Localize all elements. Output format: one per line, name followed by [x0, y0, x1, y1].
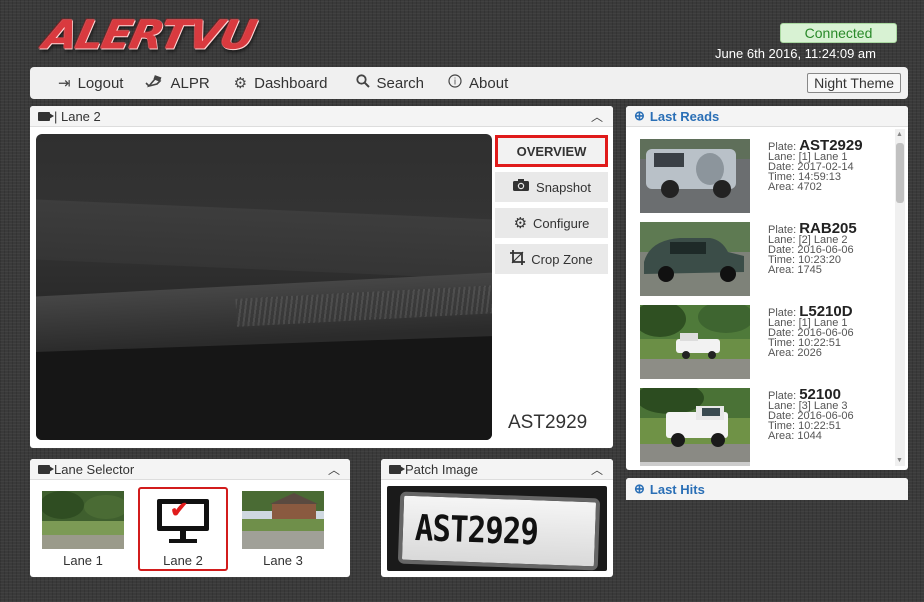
- collapse-chevron-icon[interactable]: ︿: [328, 461, 340, 478]
- patch-image-header: Patch Image ︿: [381, 459, 613, 480]
- collapse-chevron-icon[interactable]: ︿: [591, 461, 603, 478]
- read-details: Plate: L5210D Lane: [1] Lane 1 Date: 201…: [768, 303, 854, 359]
- info-icon: i: [448, 74, 462, 92]
- crop-icon: [510, 249, 526, 269]
- last-hits-title: Last Hits: [649, 481, 705, 497]
- lane-panel-header: | Lane 2 ︿: [30, 106, 613, 127]
- nav-about[interactable]: i About: [448, 74, 508, 92]
- partial-next-item: [640, 462, 750, 466]
- configure-button[interactable]: ⚙ Configure: [495, 208, 608, 238]
- read-vehicle-image: [640, 388, 750, 462]
- last-hits-panel: ⊕ Last Hits: [626, 478, 908, 500]
- nav-alpr[interactable]: ALPR: [145, 74, 210, 92]
- main-navbar: ⇥ Logout ALPR ⚙ Dashboard Search i About…: [30, 67, 908, 99]
- scroll-down-icon[interactable]: ▼: [896, 457, 903, 464]
- video-camera-icon: [38, 464, 50, 474]
- read-vehicle-image: [640, 139, 750, 213]
- crop-zone-button[interactable]: Crop Zone: [495, 244, 608, 274]
- overview-button[interactable]: OVERVIEW: [495, 135, 608, 167]
- last-hits-header[interactable]: ⊕ Last Hits: [626, 478, 908, 500]
- lane-3-thumbnail: [242, 491, 324, 549]
- nav-logout-label: Logout: [77, 74, 124, 92]
- read-area: 1745: [797, 264, 822, 276]
- last-reads-list[interactable]: Plate: AST2929 Lane: [1] Lane 1 Date: 20…: [626, 129, 908, 470]
- configure-label: Configure: [533, 215, 590, 231]
- lane-panel-title: | Lane 2: [54, 108, 101, 124]
- reads-scrollbar[interactable]: ▲ ▼: [895, 129, 905, 466]
- target-icon: ⊕: [634, 108, 645, 123]
- lane-2-label: Lane 2: [163, 553, 203, 568]
- read-area: 4702: [797, 181, 822, 193]
- scroll-up-icon[interactable]: ▲: [896, 131, 903, 138]
- read-item[interactable]: Plate: AST2929 Lane: [1] Lane 1 Date: 20…: [640, 137, 890, 215]
- video-wall-band: [36, 198, 492, 282]
- live-video-feed[interactable]: [36, 134, 492, 440]
- lane-list: Lane 1 ✔ Lane 2 Lane 3: [38, 487, 328, 571]
- lane-1-label: Lane 1: [63, 553, 103, 568]
- camera-snapshot-icon: [512, 178, 530, 196]
- lane-2-option[interactable]: ✔ Lane 2: [138, 487, 228, 571]
- detected-plate-text: AST2929: [508, 412, 588, 433]
- read-vehicle-image: [640, 305, 750, 379]
- read-area: 2026: [797, 347, 822, 359]
- night-theme-button[interactable]: Night Theme: [807, 73, 901, 93]
- read-item[interactable]: Plate: L5210D Lane: [1] Lane 1 Date: 201…: [640, 303, 890, 381]
- nav-alpr-label: ALPR: [170, 74, 210, 92]
- current-datetime: June 6th 2016, 11:24:09 am: [715, 46, 876, 61]
- lane-3-option[interactable]: Lane 3: [238, 487, 328, 571]
- read-vehicle-image: [640, 222, 750, 296]
- video-road: [36, 335, 492, 440]
- collapse-chevron-icon[interactable]: ︿: [591, 108, 603, 125]
- target-icon: ⊕: [634, 481, 645, 496]
- camera-icon: [145, 74, 163, 92]
- connection-status-badge: Connected: [780, 23, 897, 43]
- nav-search-label: Search: [376, 74, 425, 92]
- crop-zone-label: Crop Zone: [531, 251, 593, 267]
- nav-logout[interactable]: ⇥ Logout: [58, 74, 124, 93]
- last-reads-header[interactable]: ⊕ Last Reads: [626, 106, 908, 127]
- lane-selector-panel: Lane Selector ︿ Lane 1 ✔ Lane 2 Lane 3: [30, 459, 350, 577]
- read-area: 1044: [797, 430, 822, 442]
- read-details: Plate: 52100 Lane: [3] Lane 3 Date: 2016…: [768, 386, 854, 442]
- plate-patch-image: AST2929: [387, 486, 607, 571]
- nav-search[interactable]: Search: [355, 74, 425, 92]
- lane-3-label: Lane 3: [263, 553, 303, 568]
- logout-icon: ⇥: [58, 75, 71, 92]
- snapshot-label: Snapshot: [536, 179, 591, 195]
- video-camera-icon: [38, 111, 50, 121]
- last-reads-title: Last Reads: [649, 108, 720, 124]
- nav-dashboard-label: Dashboard: [254, 74, 328, 92]
- snapshot-button[interactable]: Snapshot: [495, 172, 608, 202]
- nav-dashboard[interactable]: ⚙ Dashboard: [233, 74, 328, 93]
- patch-plate-text: AST2929: [414, 508, 539, 554]
- gears-icon: ⚙: [513, 215, 528, 232]
- read-details: Plate: RAB205 Lane: [2] Lane 2 Date: 201…: [768, 220, 857, 276]
- scrollbar-thumb[interactable]: [896, 143, 904, 203]
- lane-selector-header: Lane Selector ︿: [30, 459, 350, 480]
- read-item[interactable]: Plate: RAB205 Lane: [2] Lane 2 Date: 201…: [640, 220, 890, 298]
- last-reads-panel: ⊕ Last Reads Plate: AST2929 Lane: [1] La…: [626, 106, 908, 470]
- monitor-check-icon: ✔: [153, 495, 213, 553]
- read-details: Plate: AST2929 Lane: [1] Lane 1 Date: 20…: [768, 137, 863, 193]
- lane-1-option[interactable]: Lane 1: [38, 487, 128, 571]
- nav-about-label: About: [469, 74, 509, 92]
- lane-view-panel: | Lane 2 ︿ OVERVIEW Snapshot ⚙ Configure…: [30, 106, 613, 448]
- lane-selector-title: Lane Selector: [54, 461, 135, 477]
- patch-image-title: Patch Image: [405, 461, 478, 477]
- lane-action-buttons: OVERVIEW Snapshot ⚙ Configure Crop Zone: [495, 135, 608, 280]
- svg-text:i: i: [454, 78, 457, 88]
- gears-icon: ⚙: [233, 75, 248, 92]
- patch-image-panel: Patch Image ︿ AST2929: [381, 459, 613, 577]
- read-item[interactable]: Plate: 52100 Lane: [3] Lane 3 Date: 2016…: [640, 386, 890, 464]
- alertvu-logo: ALERTVU: [39, 12, 259, 59]
- lane-1-thumbnail: [42, 491, 124, 549]
- search-icon: [355, 74, 370, 92]
- video-camera-icon: [389, 464, 401, 474]
